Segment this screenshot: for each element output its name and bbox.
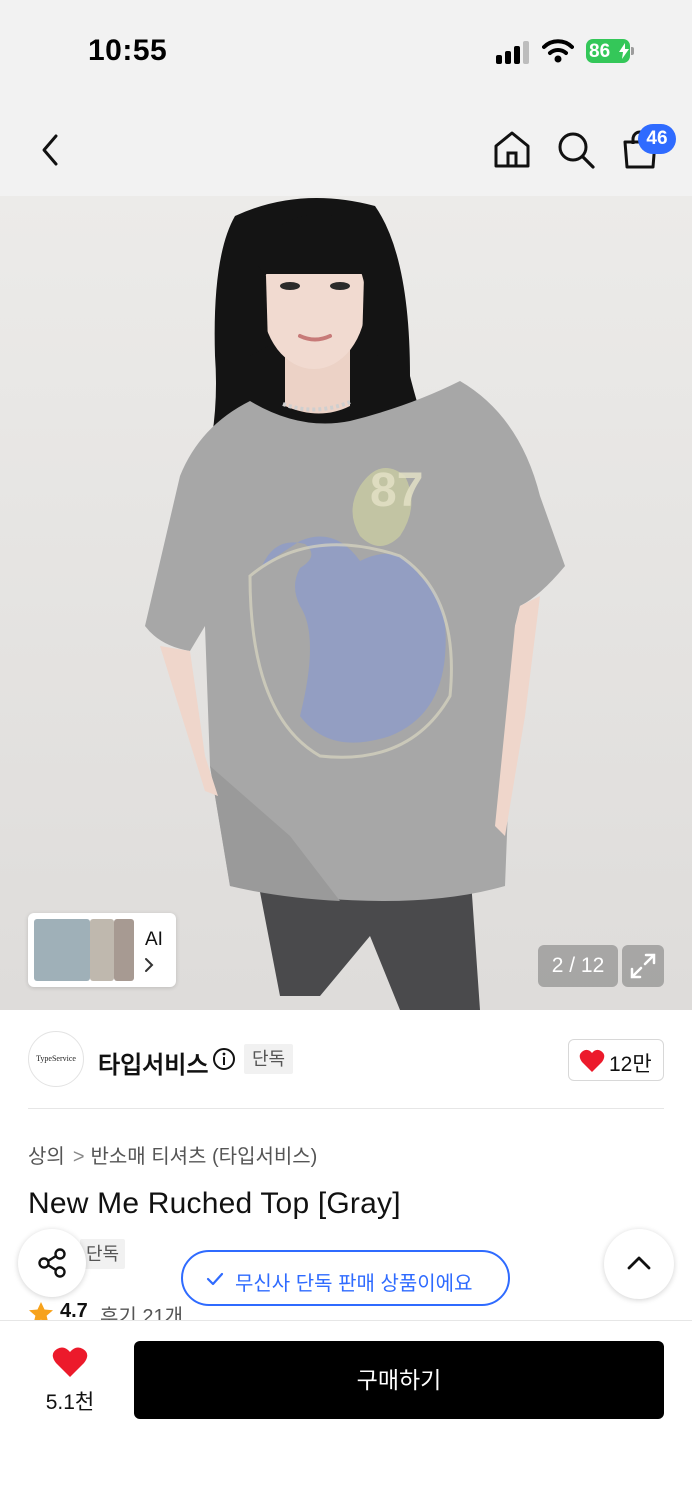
breadcrumb-item[interactable]: 상의 (28, 1146, 65, 1168)
exclusive-notice-text: 무신사 단독 판매 상품이에요 (235, 1273, 473, 1295)
cellular-signal-icon (496, 40, 532, 64)
brand-exclusive-tag: 단독 (244, 1044, 294, 1074)
ai-thumbnail-3 (114, 919, 134, 981)
charging-bolt-icon (619, 43, 629, 59)
heart-icon (579, 1049, 605, 1072)
search-icon[interactable] (556, 130, 596, 170)
status-time: 10:55 (88, 34, 168, 67)
heart-icon[interactable] (52, 1346, 88, 1378)
cart-count-badge: 46 (638, 124, 676, 154)
breadcrumb-item[interactable]: 반소매 티셔츠 (타입서비스) (91, 1146, 318, 1168)
buy-button[interactable]: 구매하기 (134, 1341, 664, 1419)
expand-icon (630, 953, 656, 979)
brand-like-button[interactable]: 12만 (568, 1039, 664, 1081)
model-photo: 87 (0, 196, 692, 1010)
divider (28, 1108, 664, 1109)
chevron-left-icon[interactable] (36, 130, 64, 170)
chevron-right-icon (145, 958, 154, 972)
product-image[interactable]: 87 (0, 196, 692, 1010)
share-button[interactable] (18, 1229, 86, 1297)
battery-percent: 86 (589, 41, 611, 62)
scroll-to-top-button[interactable] (604, 1229, 674, 1299)
home-icon[interactable] (492, 129, 532, 169)
product-title: New Me Ruched Top [Gray] (28, 1187, 401, 1220)
breadcrumb: 상의 > 반소매 티셔츠 (타입서비스) (28, 1140, 317, 1169)
chevron-up-icon (627, 1256, 651, 1270)
ai-thumbnail-1 (34, 919, 90, 981)
info-icon[interactable] (212, 1047, 236, 1071)
brand-logo[interactable]: TypeService (28, 1031, 84, 1087)
image-counter: 2 / 12 (538, 945, 618, 987)
like-count: 5.1천 (45, 1391, 95, 1414)
status-bar: 10:55 86 (0, 0, 692, 100)
ai-fitting-card[interactable]: AI (28, 913, 176, 987)
exclusive-sale-notice: 무신사 단독 판매 상품이에요 (181, 1250, 510, 1306)
brand-name[interactable]: 타입서비스 (98, 1045, 208, 1080)
ai-thumbnail-2 (90, 919, 114, 981)
expand-image-button[interactable] (622, 945, 664, 987)
battery-icon: 86 (586, 39, 634, 63)
brand-like-count: 12만 (609, 1053, 652, 1076)
wifi-icon (542, 39, 574, 63)
svg-text:87: 87 (370, 464, 423, 517)
share-icon (38, 1248, 66, 1278)
check-icon (206, 1272, 224, 1286)
chevron-right-icon: > (72, 1146, 85, 1168)
ai-label: AI (145, 929, 163, 950)
exclusive-tag: 단독 (80, 1239, 126, 1269)
